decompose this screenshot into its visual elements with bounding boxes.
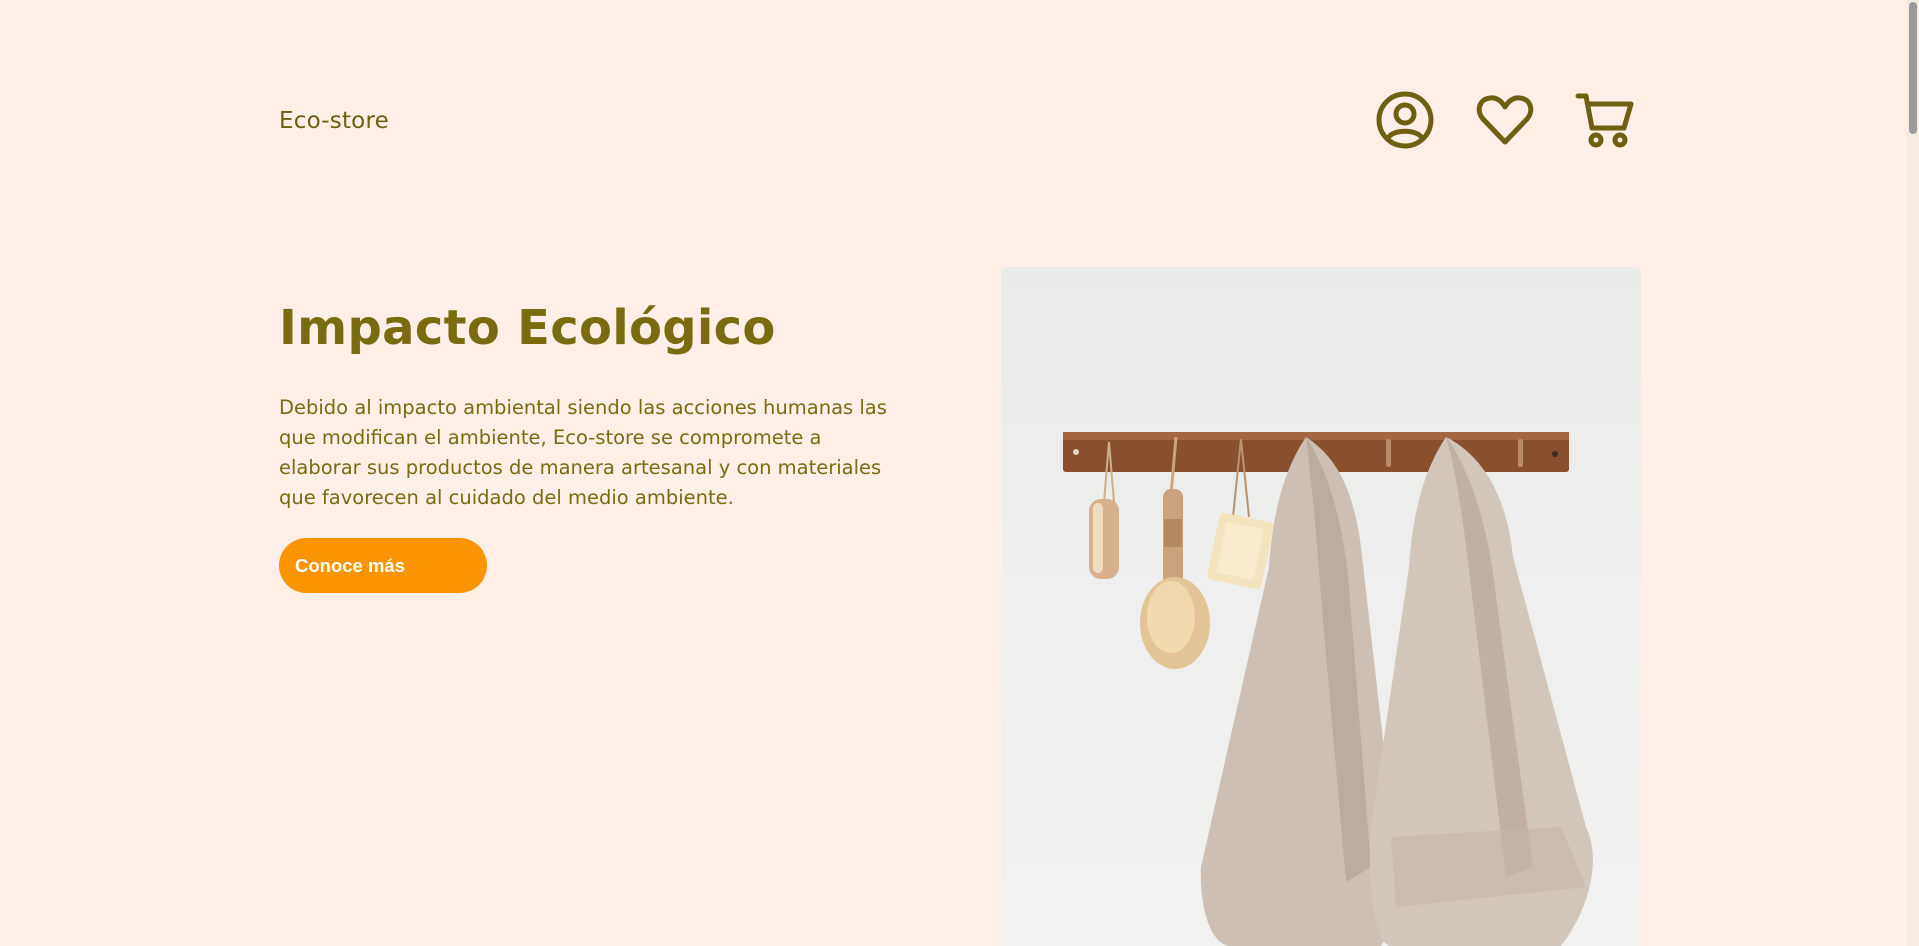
learn-more-button[interactable]: Conoce más bbox=[279, 538, 487, 593]
hero-image-towels bbox=[1001, 267, 1641, 946]
page-scrollbar[interactable] bbox=[1907, 0, 1919, 946]
hero-description: Debido al impacto ambiental siendo las a… bbox=[279, 396, 887, 509]
page: Eco-store Impacto Ecológico Debido al im… bbox=[0, 0, 1919, 946]
scrollbar-thumb[interactable] bbox=[1909, 2, 1917, 134]
hero-title: Impacto Ecológico bbox=[279, 300, 776, 356]
brand-logo[interactable]: Eco-store bbox=[279, 108, 389, 134]
heart-icon[interactable] bbox=[1475, 90, 1535, 150]
user-circle-icon[interactable] bbox=[1375, 90, 1435, 150]
header-actions bbox=[1375, 90, 1635, 150]
cart-icon[interactable] bbox=[1575, 90, 1635, 150]
